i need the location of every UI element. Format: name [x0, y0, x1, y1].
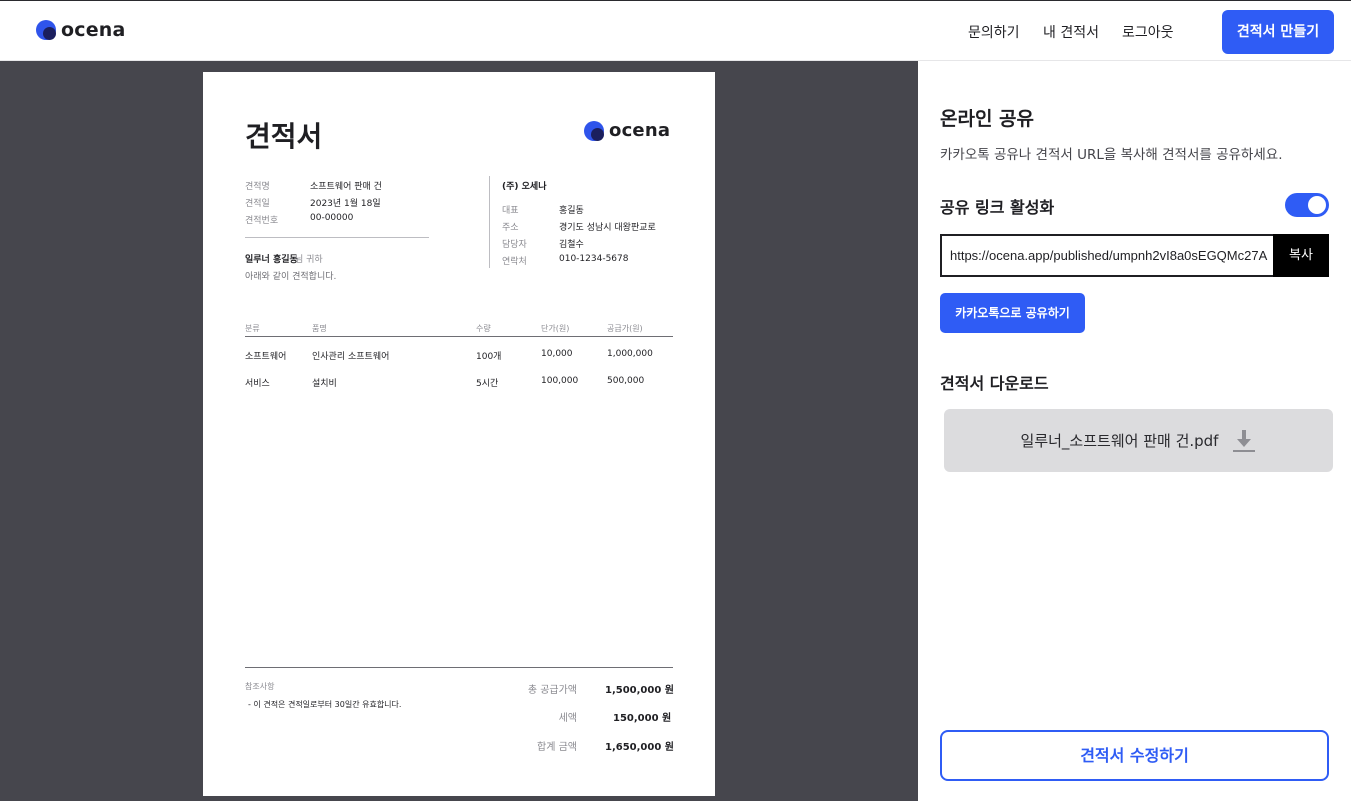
share-panel: 온라인 공유 카카오톡 공유나 견적서 URL을 복사해 견적서를 공유하세요.… — [918, 61, 1351, 801]
supplier-value: 김철수 — [559, 240, 584, 250]
recipient-name: 일루너 홍길동 — [245, 255, 298, 265]
edit-quote-button[interactable]: 견적서 수정하기 — [940, 730, 1329, 781]
recipient-note: 아래와 같이 견적합니다. — [245, 272, 337, 282]
download-icon — [1232, 429, 1256, 453]
toggle-knob — [1308, 196, 1326, 214]
summary-value: 150,000 원 — [613, 713, 672, 724]
summary-label: 총 공급가액 — [527, 685, 577, 696]
kakao-share-button[interactable]: 카카오톡으로 공유하기 — [940, 293, 1085, 333]
brand-name: ocena — [61, 19, 126, 41]
table-cell: 500,000 — [607, 376, 645, 386]
table-cell: 100개 — [476, 352, 502, 362]
divider — [245, 237, 429, 238]
table-header: 품명 — [312, 324, 327, 333]
brand-logo[interactable]: ocena — [36, 20, 126, 40]
supplier-label: 주소 — [502, 223, 519, 233]
table-cell: 소프트웨어 — [245, 352, 287, 362]
document-title: 견적서 — [245, 120, 323, 153]
summary-value: 1,500,000 원 — [605, 685, 674, 696]
table-cell: 서비스 — [245, 379, 270, 389]
table-cell: 5시간 — [476, 379, 499, 389]
nav-logout[interactable]: 로그아웃 — [1122, 22, 1174, 42]
table-cell: 10,000 — [541, 349, 573, 359]
supplier-value: 010-1234-5678 — [559, 254, 629, 264]
download-section-title: 견적서 다운로드 — [940, 374, 1049, 393]
notes-label: 참조사항 — [245, 682, 275, 691]
meta-label: 견적일 — [245, 199, 270, 209]
meta-label: 견적번호 — [245, 216, 279, 226]
supplier-value: 홍길동 — [559, 206, 584, 216]
supplier-value: 경기도 성남시 대왕판교로 — [559, 223, 656, 233]
supplier-label: 담당자 — [502, 240, 527, 250]
nav-my-quotes[interactable]: 내 견적서 — [1043, 22, 1099, 42]
top-header: ocena 문의하기 내 견적서 로그아웃 견적서 만들기 — [0, 0, 1351, 61]
table-cell: 100,000 — [541, 376, 579, 386]
meta-label: 견적명 — [245, 182, 270, 192]
document-brand: ocena — [584, 121, 670, 141]
ocena-logo-icon — [584, 121, 604, 141]
share-link-toggle[interactable] — [1285, 193, 1329, 217]
download-filename: 일루너_소프트웨어 판매 건.pdf — [1020, 432, 1219, 450]
table-header-rule — [245, 336, 673, 337]
table-cell: 인사관리 소프트웨어 — [312, 352, 390, 362]
share-link-label: 공유 링크 활성화 — [940, 198, 1055, 217]
nav-contact[interactable]: 문의하기 — [968, 22, 1020, 42]
table-cell: 1,000,000 — [607, 349, 653, 359]
online-share-description: 카카오톡 공유나 견적서 URL을 복사해 견적서를 공유하세요. — [940, 147, 1283, 163]
meta-value: 00-00000 — [310, 213, 354, 223]
share-url-field[interactable]: https://ocena.app/published/umpnh2vI8a0s… — [940, 234, 1274, 277]
supplier-name: (주) 오세나 — [502, 182, 547, 192]
document-brand-name: ocena — [609, 120, 671, 141]
summary-value: 1,650,000 원 — [605, 742, 674, 753]
summary-label: 세액 — [558, 713, 577, 724]
table-cell: 설치비 — [312, 379, 337, 389]
summary-rule — [245, 667, 673, 668]
document-preview-area: 견적서 ocena 견적명 소프트웨어 판매 건 견적일 2023년 1월 18… — [0, 61, 918, 801]
summary-label: 합계 금액 — [537, 742, 577, 753]
meta-value: 2023년 1월 18일 — [310, 199, 381, 209]
recipient-suffix: 님 귀하 — [295, 255, 323, 265]
quote-document: 견적서 ocena 견적명 소프트웨어 판매 건 견적일 2023년 1월 18… — [203, 72, 715, 796]
ocena-logo-icon — [36, 20, 56, 40]
vertical-divider — [489, 176, 490, 268]
supplier-label: 대표 — [502, 206, 519, 216]
table-header: 공급가(원) — [607, 324, 643, 333]
online-share-title: 온라인 공유 — [940, 108, 1035, 130]
table-header: 분류 — [245, 324, 260, 333]
meta-value: 소프트웨어 판매 건 — [310, 182, 382, 192]
supplier-label: 연락처 — [502, 257, 527, 267]
copy-url-button[interactable]: 복사 — [1273, 234, 1329, 277]
create-quote-button[interactable]: 견적서 만들기 — [1222, 10, 1334, 54]
table-header: 수량 — [476, 324, 491, 333]
download-pdf-button[interactable]: 일루너_소프트웨어 판매 건.pdf — [944, 409, 1333, 472]
notes-text: - 이 견적은 견적일로부터 30일간 유효합니다. — [248, 700, 402, 709]
table-header: 단가(원) — [541, 324, 570, 333]
